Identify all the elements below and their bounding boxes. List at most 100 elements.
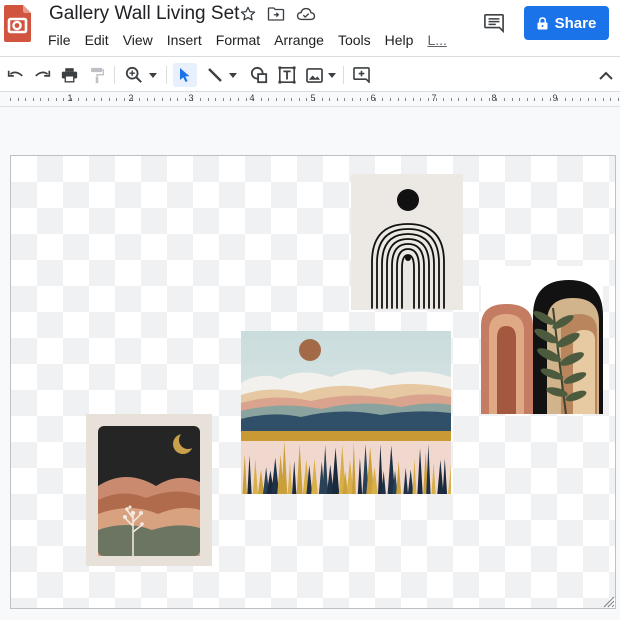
text-box-icon[interactable] — [275, 63, 299, 87]
ruler-tick — [398, 98, 399, 101]
boho-leaf-arches-print[interactable] — [481, 266, 603, 414]
menu-format[interactable]: Format — [216, 30, 260, 50]
title-bar: Gallery Wall Living Set File Edit View I… — [0, 0, 620, 56]
ruler-tick — [390, 98, 391, 101]
ruler-number: 8 — [491, 93, 497, 103]
ruler-tick — [116, 98, 117, 101]
ruler-tick — [405, 98, 406, 101]
ruler-tick — [291, 98, 292, 101]
paint-format-icon[interactable] — [86, 63, 108, 87]
ruler-number: 5 — [310, 93, 316, 103]
collapse-icon[interactable] — [595, 63, 617, 87]
slides-logo-icon[interactable] — [4, 5, 31, 42]
ruler-tick — [177, 98, 178, 101]
ruler-tick — [284, 98, 285, 101]
toolbar — [0, 56, 620, 92]
comments-icon[interactable] — [480, 10, 508, 36]
menu-tools[interactable]: Tools — [338, 30, 371, 50]
ruler-tick — [542, 98, 543, 101]
add-comment-icon[interactable] — [349, 63, 373, 87]
toolbar-divider — [114, 66, 115, 84]
menu-bar: File Edit View Insert Format Arrange Too… — [48, 30, 461, 50]
ruler-tick — [428, 98, 429, 101]
menu-insert[interactable]: Insert — [167, 30, 202, 50]
select-icon[interactable] — [173, 63, 197, 87]
ruler-tick — [18, 98, 19, 101]
menu-arrange[interactable]: Arrange — [274, 30, 324, 50]
ruler-tick — [382, 98, 383, 101]
ruler-tick — [337, 98, 338, 101]
ruler-tick — [246, 98, 247, 101]
ruler-tick — [618, 98, 619, 101]
ruler-number: 2 — [128, 93, 134, 103]
ruler-tick — [10, 98, 11, 101]
menu-edit[interactable]: Edit — [85, 30, 109, 50]
slides-app: Gallery Wall Living Set File Edit View I… — [0, 0, 620, 620]
ruler-tick — [56, 98, 57, 101]
share-label: Share — [554, 14, 597, 32]
ruler-tick — [367, 98, 368, 101]
move-to-folder-icon[interactable] — [265, 3, 287, 25]
ruler-number: 9 — [552, 93, 558, 103]
undo-icon[interactable] — [4, 63, 26, 87]
ruler-tick — [25, 98, 26, 101]
share-button[interactable]: Share — [524, 6, 609, 40]
image-icon[interactable] — [303, 63, 339, 87]
ruler-tick — [595, 98, 596, 101]
ruler-tick — [48, 98, 49, 101]
ruler-tick — [451, 98, 452, 101]
ruler-tick — [512, 98, 513, 101]
cloud-saved-icon[interactable] — [295, 3, 317, 25]
ruler-number: 6 — [370, 93, 376, 103]
ruler-tick — [139, 98, 140, 101]
ruler-tick — [94, 98, 95, 101]
ruler-number: 4 — [249, 93, 255, 103]
ruler-tick — [299, 98, 300, 101]
ruler-tick — [550, 98, 551, 101]
moon-mountains-print[interactable] — [86, 414, 212, 566]
ruler-tick — [519, 98, 520, 101]
resize-grip-icon[interactable] — [601, 594, 615, 608]
ruler-tick — [360, 98, 361, 101]
ruler-tick — [162, 98, 163, 101]
ruler-tick — [276, 98, 277, 101]
menu-view[interactable]: View — [123, 30, 153, 50]
toolbar-divider — [166, 66, 167, 84]
document-title[interactable]: Gallery Wall Living Set — [49, 2, 239, 26]
black-arch-print[interactable] — [351, 174, 463, 310]
menu-help[interactable]: Help — [385, 30, 414, 50]
ruler-tick — [40, 98, 41, 101]
ruler-tick — [504, 98, 505, 101]
star-icon[interactable] — [237, 3, 259, 25]
ruler-tick — [413, 98, 414, 101]
ruler-tick — [610, 98, 611, 101]
zoom-icon[interactable] — [122, 63, 160, 87]
ruler-tick — [322, 98, 323, 101]
ruler-tick — [572, 98, 573, 101]
ruler-tick — [306, 98, 307, 101]
slide-canvas[interactable] — [10, 155, 616, 609]
ruler-tick — [474, 98, 475, 101]
ruler-tick — [489, 98, 490, 101]
ruler-tick — [101, 98, 102, 101]
menu-file[interactable]: File — [48, 30, 71, 50]
ruler-tick — [124, 98, 125, 101]
redo-icon[interactable] — [31, 63, 53, 87]
ruler-tick — [443, 98, 444, 101]
ruler-tick — [329, 98, 330, 101]
shape-icon[interactable] — [247, 63, 271, 87]
ruler-tick — [147, 98, 148, 101]
ruler-tick — [170, 98, 171, 101]
canvas-area — [0, 107, 620, 620]
print-icon[interactable] — [58, 63, 80, 87]
ruler-tick — [466, 98, 467, 101]
line-icon[interactable] — [203, 63, 241, 87]
menu-last-edit[interactable]: L... — [427, 30, 446, 50]
ruler-tick — [565, 98, 566, 101]
ruler-tick — [458, 98, 459, 101]
lock-icon — [537, 16, 548, 29]
ruler-number: 1 — [67, 93, 73, 103]
ruler-tick — [268, 98, 269, 101]
mountain-landscape-print[interactable] — [241, 331, 451, 494]
ruler-tick — [78, 98, 79, 101]
